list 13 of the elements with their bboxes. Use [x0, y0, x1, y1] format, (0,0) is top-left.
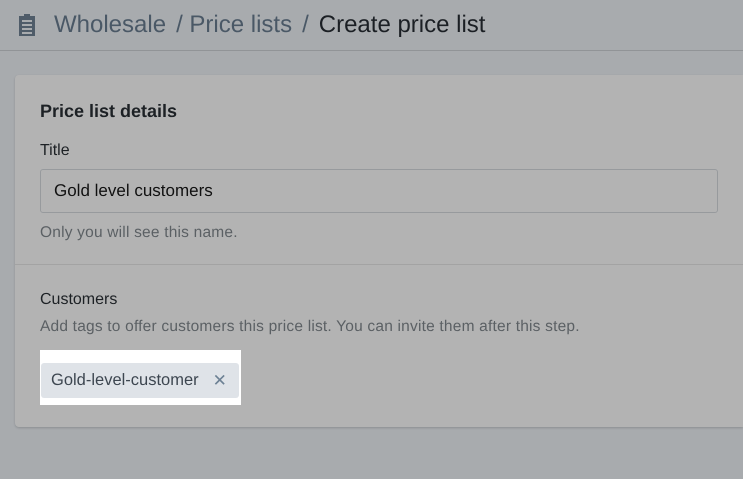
breadcrumb-link[interactable]: Wholesale [54, 11, 166, 39]
help-text: Add tags to offer customers this price list. You can invite them after this step. [40, 318, 581, 336]
remove-tag-button[interactable]: ✕ [212, 370, 227, 390]
breadcrumb-link[interactable]: / Price lists [176, 11, 292, 39]
clipboard-icon [16, 13, 38, 37]
field-label: Title [40, 142, 71, 160]
breadcrumb-link[interactable]: / [302, 11, 309, 39]
card-heading: Price list details [40, 101, 178, 122]
title-input[interactable]: Gold level customers [40, 169, 718, 213]
field-label: Customers [40, 291, 118, 309]
tag-label: Gold-level-customer [51, 371, 199, 390]
help-text: Only you will see this name. [40, 224, 239, 242]
page-title: Create price list [318, 11, 486, 39]
